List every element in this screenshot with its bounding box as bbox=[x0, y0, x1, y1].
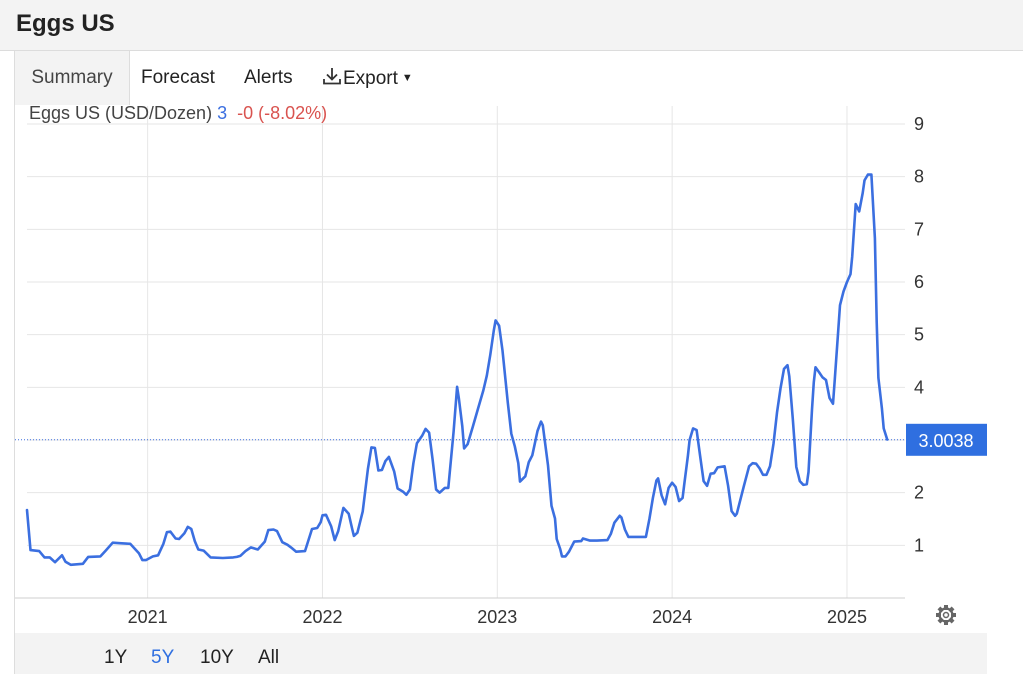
tab-forecast[interactable]: Forecast bbox=[141, 51, 215, 105]
series-line bbox=[25, 173, 889, 567]
chevron-down-icon: ▼ bbox=[401, 72, 413, 84]
x-tick-label: 2023 bbox=[477, 607, 517, 627]
chart-area: 1 2 3 4 5 6 7 8 9 2021 2022 2023 2024 2025 3.0038 Eggs … bbox=[14, 106, 988, 633]
last-value-badge: 3.0038 bbox=[906, 423, 987, 456]
y-tick-label: 9 bbox=[914, 114, 924, 134]
range-selector: 1Y 5Y 10Y All bbox=[14, 633, 988, 674]
export-label: Export bbox=[343, 68, 398, 89]
tab-alerts-label: Alerts bbox=[244, 67, 293, 88]
legend-change: -0 (-8.02%) bbox=[237, 106, 327, 123]
price-chart: 1 2 3 4 5 6 7 8 9 2021 2022 2023 2024 2025 3.0038 Eggs … bbox=[15, 106, 987, 627]
legend-series-label: Eggs US (USD/Dozen) bbox=[29, 106, 217, 123]
last-value-label: 3.0038 bbox=[918, 431, 973, 451]
tab-summary-label: Summary bbox=[31, 67, 113, 88]
x-tick-label: 2024 bbox=[652, 607, 692, 627]
tab-alerts[interactable]: Alerts bbox=[244, 51, 293, 105]
y-tick-label: 2 bbox=[914, 483, 924, 503]
legend-value: 3 bbox=[217, 106, 232, 123]
y-tick-label: 7 bbox=[914, 219, 924, 239]
x-tick-label: 2022 bbox=[302, 607, 342, 627]
range-10y-button[interactable]: 10Y bbox=[200, 647, 234, 669]
y-tick-label: 1 bbox=[914, 535, 924, 555]
tab-summary[interactable]: Summary bbox=[15, 51, 130, 105]
right-margin bbox=[987, 106, 1023, 674]
range-5y-button[interactable]: 5Y bbox=[151, 647, 174, 669]
page-header: Eggs US bbox=[0, 0, 1023, 51]
grid bbox=[27, 106, 905, 598]
y-tick-label: 4 bbox=[914, 377, 924, 397]
y-tick-label: 8 bbox=[914, 167, 924, 187]
y-tick-label: 6 bbox=[914, 272, 924, 292]
chart-legend: Eggs US (USD/Dozen) 3 -0 (-8.02%) bbox=[29, 106, 327, 123]
tab-bar: Summary Forecast Alerts Export ▼ bbox=[14, 51, 1023, 106]
x-tick-label: 2025 bbox=[827, 607, 867, 627]
export-button[interactable]: Export ▼ bbox=[321, 51, 413, 105]
download-icon bbox=[323, 68, 341, 85]
x-tick-label: 2021 bbox=[128, 607, 168, 627]
range-all-button[interactable]: All bbox=[258, 647, 279, 669]
y-tick-label: 5 bbox=[914, 325, 924, 345]
page-title: Eggs US bbox=[16, 10, 115, 37]
gear-icon[interactable] bbox=[936, 605, 956, 625]
range-1y-button[interactable]: 1Y bbox=[104, 647, 127, 669]
tab-forecast-label: Forecast bbox=[141, 67, 215, 88]
